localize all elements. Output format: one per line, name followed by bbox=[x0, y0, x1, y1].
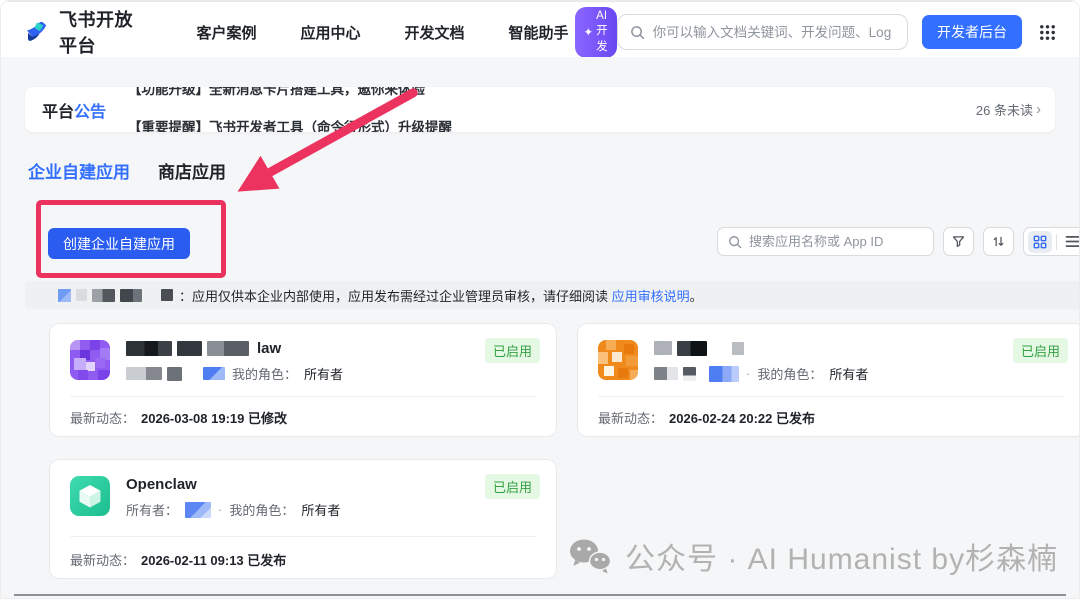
global-search-box[interactable] bbox=[617, 14, 908, 50]
view-mode-toggle bbox=[1023, 227, 1080, 256]
activity-label: 最新动态： bbox=[598, 408, 663, 427]
app-review-guide-link[interactable]: 应用审核说明 bbox=[612, 289, 690, 304]
role-value: 所有者 bbox=[829, 364, 868, 383]
nav-dev-docs[interactable]: 开发文档 bbox=[405, 22, 465, 43]
announcement-item[interactable]: 【功能升级】全新消息卡片搭建工具，邀你来体验 bbox=[128, 87, 425, 98]
window-bottom-edge bbox=[14, 594, 1066, 596]
redacted-text bbox=[185, 502, 211, 518]
main-nav: 客户案例 应用中心 开发文档 智能助手 ✦ AI 开发 bbox=[196, 7, 616, 58]
role-value: 所有者 bbox=[301, 500, 340, 519]
nav-ai-assistant-label: 智能助手 bbox=[509, 22, 569, 43]
app-icon-cube bbox=[70, 476, 110, 516]
role-label: 我的角色： bbox=[757, 364, 822, 383]
toggle-divider bbox=[1056, 234, 1057, 250]
grid-view-button[interactable] bbox=[1028, 231, 1052, 253]
feishu-logo-icon bbox=[23, 18, 51, 46]
status-badge: 已启用 bbox=[485, 474, 540, 499]
announcement-title: 平台公告 bbox=[25, 98, 106, 122]
dot-separator: · bbox=[218, 502, 222, 517]
announcement-ticker: 【功能升级】全新消息卡片搭建工具，邀你来体验 【重要提醒】飞书开发者工具（命令行… bbox=[128, 87, 976, 132]
nav-ai-assistant[interactable]: 智能助手 ✦ AI 开发 bbox=[509, 7, 617, 58]
redacted-text bbox=[654, 366, 739, 382]
role-label: 我的角色： bbox=[229, 500, 294, 519]
activity-label: 最新动态： bbox=[70, 550, 135, 569]
notice-text: ：应用仅供本企业内部使用，应用发布需经过企业管理员审核，请仔细阅读 应用审核说明… bbox=[179, 286, 703, 305]
redacted-text bbox=[58, 289, 173, 302]
page-body: 平台公告 【功能升级】全新消息卡片搭建工具，邀你来体验 【重要提醒】飞书开发者工… bbox=[1, 57, 1079, 598]
search-icon bbox=[630, 25, 645, 40]
app-type-tabs: 企业自建应用 商店应用 bbox=[28, 158, 226, 183]
announcement-item[interactable]: 【重要提醒】飞书开发者工具（命令行形式）升级提醒 bbox=[128, 116, 452, 132]
create-self-built-app-button[interactable]: 创建企业自建应用 bbox=[48, 228, 190, 259]
sort-icon bbox=[991, 234, 1006, 249]
card-divider bbox=[70, 396, 536, 397]
list-view-button[interactable] bbox=[1061, 231, 1080, 253]
waffle-menu-icon[interactable] bbox=[1038, 23, 1057, 42]
app-card[interactable]: Openclaw 所有者： · 我的角色： 所有者 已启用 最新动态： 2026-… bbox=[49, 459, 557, 579]
developer-console-button[interactable]: 开发者后台 bbox=[922, 15, 1022, 49]
watermark-text: 公众号 · AI Humanist by杉森楠 bbox=[625, 534, 1058, 578]
status-badge: 已启用 bbox=[485, 338, 540, 363]
activity-value: 2026-02-24 20:22 已发布 bbox=[669, 408, 815, 427]
platform-announcement-bar: 平台公告 【功能升级】全新消息卡片搭建工具，邀你来体验 【重要提醒】飞书开发者工… bbox=[25, 87, 1055, 132]
sort-button[interactable] bbox=[983, 227, 1014, 256]
list-view-icon bbox=[1065, 235, 1080, 248]
role-label: 我的角色： bbox=[232, 364, 297, 383]
card-divider bbox=[70, 536, 536, 537]
activity-value: 2026-03-08 19:19 已修改 bbox=[141, 408, 287, 427]
chevron-right-icon: › bbox=[1036, 102, 1041, 117]
nav-app-center[interactable]: 应用中心 bbox=[300, 22, 360, 43]
wechat-icon bbox=[567, 537, 613, 575]
app-card[interactable]: · 我的角色： 所有者 已启用 最新动态： 2026-02-24 20:22 已发… bbox=[577, 323, 1080, 437]
sparkle-icon: ✦ bbox=[584, 25, 594, 39]
app-search-input[interactable] bbox=[749, 234, 925, 249]
funnel-icon bbox=[951, 234, 966, 249]
ai-dev-badge: ✦ AI 开发 bbox=[575, 7, 617, 58]
grid-view-icon bbox=[1033, 235, 1047, 249]
app-title: Openclaw bbox=[126, 476, 197, 493]
app-card[interactable]: law 我的角色： 所有者 已启用 最新动态： 2026-03-08 19:19 … bbox=[49, 323, 557, 437]
brand-title: 飞书开放平台 bbox=[59, 6, 140, 58]
search-icon bbox=[728, 235, 742, 249]
window-top-edge bbox=[1, 1, 1079, 2]
tab-self-built-apps[interactable]: 企业自建应用 bbox=[28, 158, 130, 183]
internal-use-notice: ：应用仅供本企业内部使用，应用发布需经过企业管理员审核，请仔细阅读 应用审核说明… bbox=[25, 281, 1079, 309]
tab-store-apps[interactable]: 商店应用 bbox=[158, 158, 226, 183]
activity-value: 2026-02-11 09:13 已发布 bbox=[141, 550, 286, 569]
watermark: 公众号 · AI Humanist by杉森楠 bbox=[567, 534, 1058, 578]
redacted-text bbox=[126, 341, 249, 356]
global-search-input[interactable] bbox=[653, 25, 895, 40]
brand-logo[interactable]: 飞书开放平台 bbox=[23, 6, 140, 58]
redacted-text bbox=[654, 341, 744, 356]
unread-announcements-link[interactable]: 26 条未读 › bbox=[976, 100, 1055, 119]
card-divider bbox=[598, 396, 1064, 397]
status-badge: 已启用 bbox=[1013, 338, 1068, 363]
redacted-text bbox=[126, 367, 225, 381]
app-title: law bbox=[257, 340, 281, 357]
nav-customer-cases[interactable]: 客户案例 bbox=[196, 22, 256, 43]
dot-separator: · bbox=[746, 366, 750, 381]
app-icon-orange-mosaic bbox=[598, 340, 638, 380]
feishu-open-platform-window: 飞书开放平台 客户案例 应用中心 开发文档 智能助手 ✦ AI 开发 开发者后台 bbox=[0, 0, 1080, 599]
app-icon-purple-mosaic bbox=[70, 340, 110, 380]
top-navbar: 飞书开放平台 客户案例 应用中心 开发文档 智能助手 ✦ AI 开发 开发者后台 bbox=[1, 7, 1079, 57]
filter-button[interactable] bbox=[943, 227, 974, 256]
role-value: 所有者 bbox=[304, 364, 343, 383]
owner-label: 所有者： bbox=[126, 500, 178, 519]
app-search-box[interactable] bbox=[717, 227, 934, 256]
activity-label: 最新动态： bbox=[70, 408, 135, 427]
